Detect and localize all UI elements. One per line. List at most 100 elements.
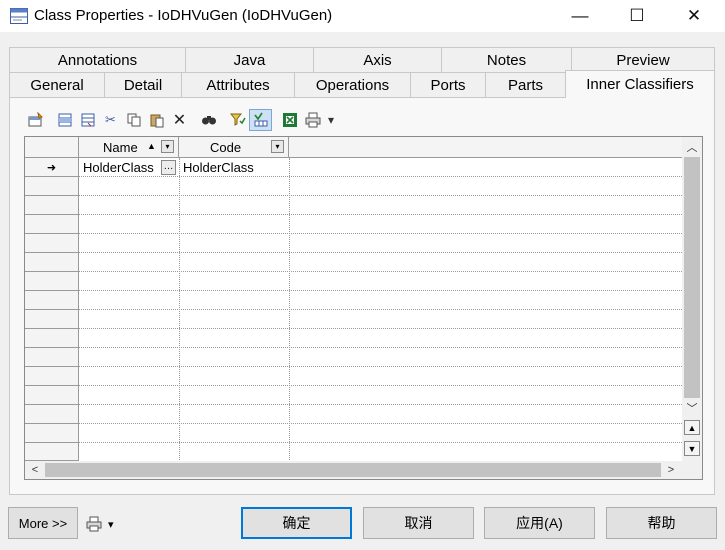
- row-divider: [79, 366, 682, 367]
- ellipsis-button[interactable]: …: [161, 160, 176, 175]
- help-button-label: 帮助: [647, 515, 676, 531]
- excel-export-icon: [282, 113, 297, 127]
- row-header[interactable]: [25, 424, 79, 443]
- row-divider: [79, 214, 682, 215]
- row-divider: [79, 271, 682, 272]
- cut-button[interactable]: ✂: [99, 109, 122, 131]
- tab-label: Annotations: [57, 51, 138, 69]
- tab-axis[interactable]: Axis: [313, 47, 442, 72]
- customize-columns-button[interactable]: [249, 109, 272, 131]
- delete-button[interactable]: ✕: [168, 109, 191, 131]
- tab-label: Attributes: [206, 76, 270, 94]
- filter-icon: [229, 113, 246, 126]
- help-button[interactable]: 帮助: [606, 507, 717, 539]
- row-header[interactable]: [25, 310, 79, 329]
- maximize-button[interactable]: ☐: [614, 0, 660, 32]
- row-header[interactable]: [25, 215, 79, 234]
- tab-label: Operations: [315, 76, 390, 94]
- dropdown-arrow-icon: ▾: [108, 518, 114, 531]
- tab-parts[interactable]: Parts: [485, 72, 566, 97]
- tab-inner-classifiers[interactable]: Inner Classifiers: [565, 70, 715, 98]
- list-toolbar: ✂ ✕ ▾: [24, 108, 338, 132]
- scroll-up-icon[interactable]: ︿: [682, 137, 702, 157]
- horizontal-scrollbar[interactable]: < >: [25, 461, 682, 479]
- tab-label: General: [30, 76, 84, 94]
- vertical-scrollbar[interactable]: ︿ ﹀ ▲ ▼: [682, 137, 702, 461]
- minimize-button[interactable]: —: [557, 0, 603, 32]
- print-button[interactable]: [301, 109, 324, 131]
- add-row-button[interactable]: [76, 109, 99, 131]
- excel-export-button[interactable]: [278, 109, 301, 131]
- tab-notes[interactable]: Notes: [441, 47, 572, 72]
- vertical-scroll-thumb[interactable]: [684, 157, 700, 398]
- scroll-left-icon[interactable]: <: [25, 460, 45, 479]
- find-button[interactable]: [197, 109, 220, 131]
- row-header[interactable]: ➜: [25, 158, 79, 177]
- move-up-button[interactable]: ▲: [684, 420, 700, 435]
- more-button[interactable]: More >>: [8, 507, 78, 539]
- tab-operations[interactable]: Operations: [294, 72, 411, 97]
- cancel-button-label: 取消: [404, 515, 433, 531]
- tab-label: Parts: [507, 76, 543, 94]
- move-down-button[interactable]: ▼: [684, 441, 700, 456]
- column-menu-icon[interactable]: ▾: [271, 140, 284, 153]
- tab-general[interactable]: General: [9, 72, 105, 97]
- tab-annotations[interactable]: Annotations: [9, 47, 186, 72]
- scroll-right-icon[interactable]: >: [661, 460, 681, 479]
- print-dropdown-button[interactable]: ▾: [324, 109, 338, 131]
- tab-java[interactable]: Java: [185, 47, 314, 72]
- row-divider: [79, 347, 682, 348]
- print-options-button[interactable]: ▾: [86, 514, 122, 534]
- cancel-button[interactable]: 取消: [363, 507, 474, 539]
- row-header[interactable]: [25, 386, 79, 405]
- row-divider: [79, 233, 682, 234]
- column-divider: [289, 158, 290, 460]
- tab-detail[interactable]: Detail: [104, 72, 182, 97]
- row-divider: [79, 252, 682, 253]
- row-header[interactable]: [25, 177, 79, 196]
- row-header[interactable]: [25, 367, 79, 386]
- row-divider: [79, 404, 682, 405]
- tab-label: Notes: [486, 51, 527, 69]
- row-header[interactable]: [25, 291, 79, 310]
- grid-header-filler: [289, 137, 682, 158]
- ok-button-label: 确定: [282, 515, 311, 531]
- column-header-label: Code: [210, 140, 242, 155]
- scroll-down-icon[interactable]: ﹀: [682, 398, 702, 418]
- insert-row-button[interactable]: [53, 109, 76, 131]
- paste-icon: [150, 114, 163, 128]
- ok-button[interactable]: 确定: [241, 507, 352, 539]
- tab-attributes[interactable]: Attributes: [181, 72, 295, 97]
- delete-icon: ✕: [172, 112, 187, 129]
- tab-preview[interactable]: Preview: [571, 47, 715, 72]
- row-divider: [79, 385, 682, 386]
- apply-button[interactable]: 应用(A): [484, 507, 595, 539]
- tab-label: Ports: [430, 76, 466, 94]
- row-header[interactable]: [25, 196, 79, 215]
- paste-button[interactable]: [145, 109, 168, 131]
- row-header[interactable]: [25, 405, 79, 424]
- inner-classifiers-grid[interactable]: Name ▲ ▾ Code ▾ ➜ HolderClass … HolderCl…: [24, 136, 703, 480]
- add-row-icon: [81, 113, 94, 127]
- properties-button[interactable]: [24, 109, 47, 131]
- row-header[interactable]: [25, 443, 79, 461]
- column-menu-icon[interactable]: ▾: [161, 140, 174, 153]
- row-divider: [79, 195, 682, 196]
- column-header-name[interactable]: Name ▲ ▾: [79, 137, 179, 158]
- cell-name[interactable]: HolderClass: [83, 160, 154, 177]
- tab-ports[interactable]: Ports: [410, 72, 486, 97]
- row-header[interactable]: [25, 253, 79, 272]
- horizontal-scroll-thumb[interactable]: [45, 463, 661, 477]
- move-up-icon: ▲: [687, 422, 697, 433]
- row-header[interactable]: [25, 272, 79, 291]
- grid-corner-header: [25, 137, 79, 158]
- column-header-code[interactable]: Code ▾: [179, 137, 289, 158]
- close-button[interactable]: ✕: [671, 0, 717, 32]
- row-header[interactable]: [25, 234, 79, 253]
- filter-button[interactable]: [226, 109, 249, 131]
- cell-code[interactable]: HolderClass: [183, 160, 254, 177]
- row-header[interactable]: [25, 329, 79, 348]
- tab-label: Inner Classifiers: [586, 76, 694, 93]
- row-header[interactable]: [25, 348, 79, 367]
- copy-button[interactable]: [122, 109, 145, 131]
